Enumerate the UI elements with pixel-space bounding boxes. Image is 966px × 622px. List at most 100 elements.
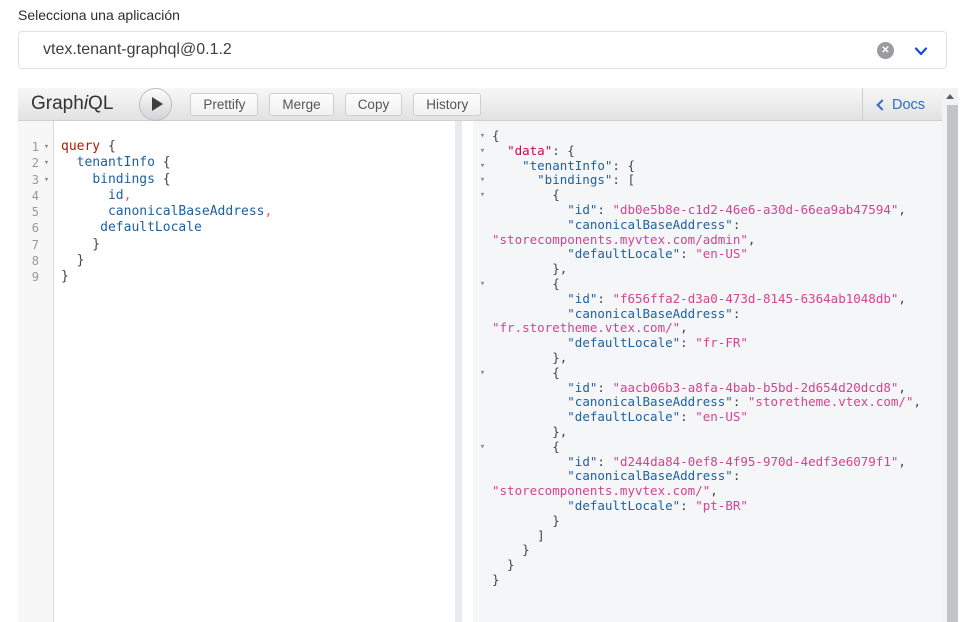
fold-gutter [473,336,492,351]
line-number: 7 [18,237,39,253]
line-number: 9 [18,269,39,285]
fold-gutter [473,543,492,558]
code-line: "defaultLocale": "en-US" [473,410,942,425]
fold-arrow-icon[interactable]: ▾ [473,129,492,144]
code-line: 9} [18,269,455,285]
toolbar-button-merge[interactable]: Merge [269,93,333,116]
code-line: 3▾ bindings { [18,172,455,188]
execute-button[interactable] [139,88,172,121]
query-editor[interactable]: 1▾query {2▾ tenantInfo {3▾ bindings {4 i… [18,121,455,622]
docs-button[interactable]: Docs [862,88,942,121]
code-line: } [473,514,942,529]
toolbar-button-copy[interactable]: Copy [345,93,403,116]
code-line: 7 } [18,237,455,253]
fold-gutter [473,233,492,248]
scrollbar-up-button[interactable] [942,88,958,104]
fold-arrow-icon[interactable]: ▾ [39,155,54,171]
code-line: "canonicalBaseAddress": [473,307,942,322]
code-line: 2▾ tenantInfo { [18,155,455,171]
code-line: "canonicalBaseAddress": "storetheme.vtex… [473,395,942,410]
code-line: }, [473,351,942,366]
query-editor-scrollbar[interactable] [455,121,462,622]
toolbar-buttons: Prettify Merge Copy History [190,93,481,116]
vertical-scrollbar[interactable] [942,88,958,622]
code-line: 4 id, [18,188,455,204]
fold-arrow-icon[interactable]: ▾ [473,366,492,381]
code-line: "id": "f656ffa2-d3a0-473d-8145-6364ab104… [473,292,942,307]
code-line: "id": "d244da84-0ef8-4f95-970d-4edf3e607… [473,455,942,470]
scrollbar-thumb[interactable] [947,105,958,622]
fold-gutter [473,203,492,218]
code-line: "fr.storetheme.vtex.com/", [473,321,942,336]
code-line: }, [473,262,942,277]
fold-gutter [473,425,492,440]
graphiql-logo: GraphiQL [31,93,113,115]
code-line: "defaultLocale": "fr-FR" [473,336,942,351]
fold-gutter [473,469,492,484]
code-line: "storecomponents.myvtex.com/admin", [473,233,942,248]
play-icon [152,97,163,111]
code-line: "defaultLocale": "pt-BR" [473,499,942,514]
fold-arrow-icon[interactable]: ▾ [39,172,54,188]
fold-gutter [473,395,492,410]
code-line: ] [473,529,942,544]
fold-gutter [473,410,492,425]
line-number: 4 [18,188,39,204]
code-line: "canonicalBaseAddress": [473,218,942,233]
code-line: ▾ "tenantInfo": { [473,159,942,174]
fold-arrow-icon[interactable]: ▾ [473,144,492,159]
code-line: ▾ "bindings": [ [473,173,942,188]
code-line: 6 defaultLocale [18,220,455,236]
line-number: 8 [18,253,39,269]
toolbar-button-history[interactable]: History [413,93,481,116]
fold-gutter [473,262,492,277]
fold-arrow-icon[interactable]: ▾ [473,440,492,455]
fold-arrow-icon[interactable]: ▾ [473,173,492,188]
code-line: ▾ { [473,188,942,203]
toolbar-button-prettify[interactable]: Prettify [190,93,258,116]
line-number: 1 [18,139,39,155]
fold-gutter [39,253,54,269]
clear-icon[interactable]: ✕ [877,42,894,59]
fold-arrow-icon[interactable]: ▾ [473,159,492,174]
fold-arrow-icon[interactable]: ▾ [39,139,54,155]
line-number: 3 [18,172,39,188]
fold-gutter [473,247,492,262]
line-number: 2 [18,155,39,171]
fold-gutter [39,269,54,285]
fold-gutter [473,484,492,499]
fold-gutter [39,237,54,253]
code-line: 5 canonicalBaseAddress, [18,204,455,220]
fold-gutter [39,204,54,220]
docs-button-label: Docs [892,97,925,113]
app-select[interactable]: vtex.tenant-graphql@0.1.2 ✕ [18,31,947,69]
code-line: 8 } [18,253,455,269]
code-line: "canonicalBaseAddress": [473,469,942,484]
code-line: } [473,558,942,573]
code-line: "id": "aacb06b3-a8fa-4bab-b5bd-2d654d20d… [473,381,942,396]
fold-gutter [39,188,54,204]
fold-gutter [473,455,492,470]
code-line: "id": "db0e5b8e-c1d2-46e6-a30d-66ea9ab47… [473,203,942,218]
code-line: ▾ { [473,366,942,381]
line-number: 5 [18,204,39,220]
app-select-label: Selecciona una aplicación [18,7,180,23]
fold-arrow-icon[interactable]: ▾ [473,188,492,203]
app-select-value: vtex.tenant-graphql@0.1.2 [43,32,232,68]
code-line: ▾ "data": { [473,144,942,159]
code-line: } [473,543,942,558]
code-line: ▾ { [473,440,942,455]
fold-gutter [473,558,492,573]
code-line: ▾ { [473,277,942,292]
fold-arrow-icon[interactable]: ▾ [473,277,492,292]
fold-gutter [473,529,492,544]
code-line: "defaultLocale": "en-US" [473,247,942,262]
code-line: 1▾query { [18,139,455,155]
editors-area: 1▾query {2▾ tenantInfo {3▾ bindings {4 i… [18,121,942,622]
fold-gutter [473,499,492,514]
chevron-down-icon[interactable] [914,44,928,58]
code-line: } [473,573,942,588]
result-viewer: ▾{▾ "data": {▾ "tenantInfo": {▾ "binding… [473,121,942,622]
fold-gutter [473,573,492,588]
fold-gutter [473,307,492,322]
